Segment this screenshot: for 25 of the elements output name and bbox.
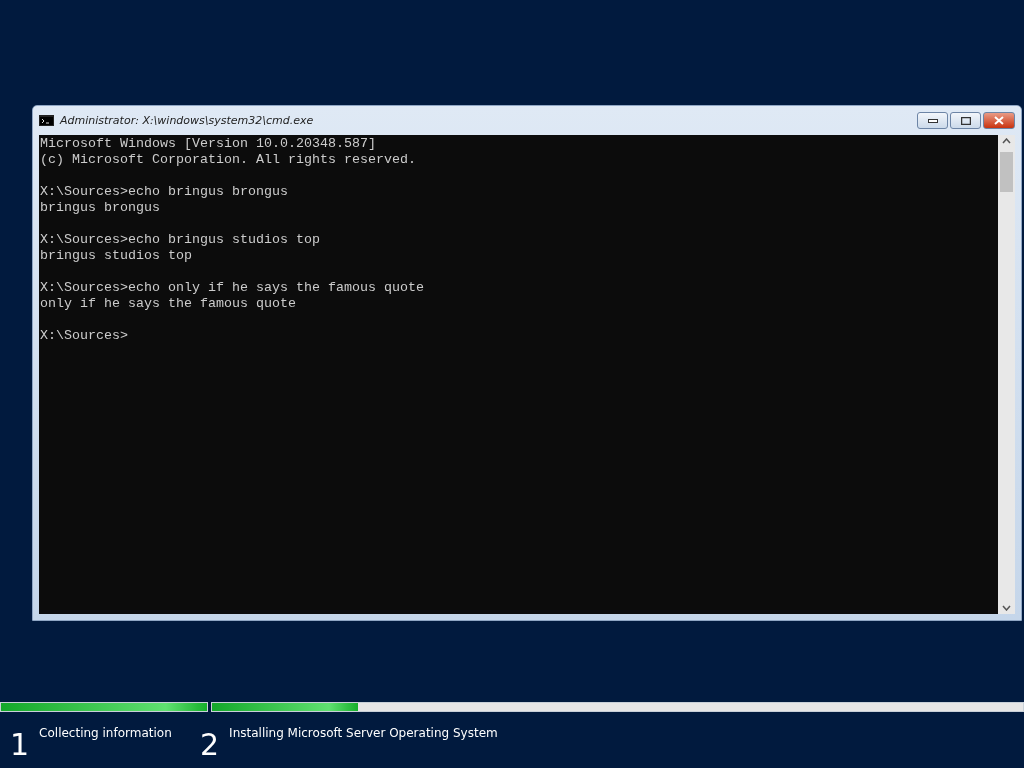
- console-line: only if he says the famous quote: [40, 296, 297, 312]
- console-icon: [39, 115, 54, 126]
- close-icon: [994, 116, 1004, 125]
- scroll-up-icon[interactable]: [1002, 138, 1011, 144]
- console-line: Microsoft Windows [Version 10.0.20348.587]: [40, 136, 377, 152]
- minimize-icon: [927, 118, 938, 123]
- console-line: X:\Sources>: [40, 328, 129, 344]
- maximize-icon: [960, 116, 971, 125]
- maximize-button[interactable]: [950, 112, 981, 129]
- step-number: 2: [200, 730, 220, 764]
- scrollbar[interactable]: [998, 135, 1015, 614]
- console-line: X:\Sources>echo bringus studios top: [40, 232, 321, 248]
- window-title: Administrator: X:\windows\system32\cmd.exe: [60, 114, 315, 127]
- console-line: X:\Sources>echo bringus brongus: [40, 184, 289, 200]
- step-label: Installing Microsoft Server Operating System: [229, 726, 498, 742]
- close-button[interactable]: [983, 112, 1015, 129]
- console-line: bringus studios top: [40, 248, 193, 264]
- step-number: 1: [10, 730, 30, 764]
- minimize-button[interactable]: [917, 112, 948, 129]
- scroll-down-icon[interactable]: [1002, 605, 1011, 611]
- step-label: Collecting information: [39, 726, 172, 742]
- console-line: X:\Sources>echo only if he says the famous quote: [40, 280, 425, 296]
- console-line: bringus brongus: [40, 200, 161, 216]
- scroll-thumb[interactable]: [1000, 152, 1013, 192]
- console-line: (c) Microsoft Corporation. All rights reserved.: [40, 152, 417, 168]
